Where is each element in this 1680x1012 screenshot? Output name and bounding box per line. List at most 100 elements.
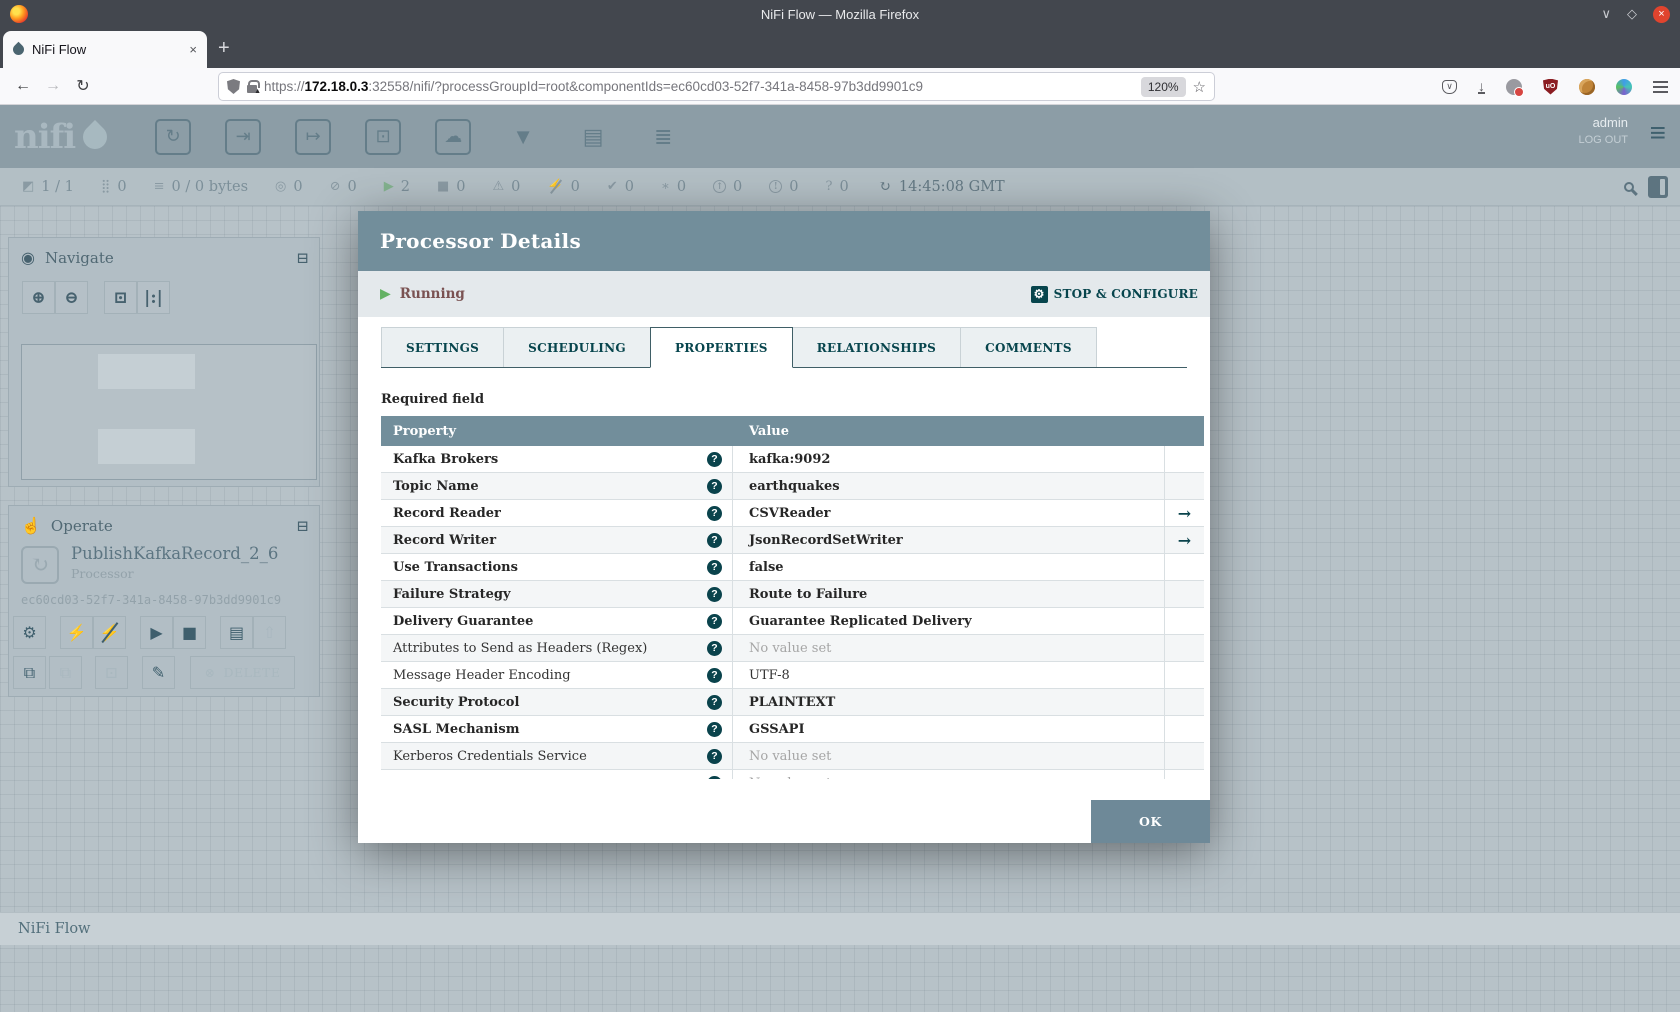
property-value: No value set: [749, 776, 831, 780]
zoom-out-button[interactable]: ⊖: [55, 281, 88, 314]
start-button[interactable]: ▶: [140, 616, 173, 649]
process-group-icon[interactable]: ⊡: [365, 118, 402, 155]
navigate-collapse-icon[interactable]: ⊟: [296, 249, 309, 267]
property-help-icon[interactable]: ?: [707, 775, 722, 779]
property-row: Delivery Guarantee? Guarantee Replicated …: [381, 608, 1204, 635]
breadcrumb[interactable]: NiFi Flow: [18, 921, 90, 937]
tab-title: NiFi Flow: [32, 42, 87, 57]
browser-menu-icon[interactable]: [1653, 80, 1668, 93]
processor-icon[interactable]: ↻: [155, 118, 192, 155]
extension-mask-icon[interactable]: [1506, 78, 1524, 97]
not-transmitting-remote-groups-icon: ⊘: [329, 179, 341, 194]
goto-service-icon[interactable]: →: [1178, 531, 1191, 550]
remote-process-group-icon[interactable]: ☁: [435, 118, 472, 155]
status-item-locally-modified-and-stale-versioned: ! 0: [769, 179, 799, 195]
status-bar-items: ◩ 1 / 1 ⣿ 0 ≡ 0 / 0 bytes ◎ 0 ⊘ 0 ▶ 2 ■ 0 ⚠ 0 ⚡ 0 ✔ 0 ∗ 0 ↑ 0! 0…: [22, 179, 849, 195]
tracking-protection-shield-icon[interactable]: [227, 79, 240, 94]
tab-scheduling[interactable]: SCHEDULING: [503, 327, 651, 367]
bulletin-panel-toggle-icon[interactable]: [1648, 176, 1668, 198]
reload-button[interactable]: ↻: [68, 76, 98, 96]
downloads-icon[interactable]: ↓: [1478, 79, 1485, 94]
search-icon[interactable]: [1624, 182, 1634, 192]
queued-count: 0 / 0 bytes: [171, 178, 249, 195]
url-text[interactable]: https://172.18.0.3:32558/nifi/?processGr…: [264, 79, 1134, 94]
tab-settings[interactable]: SETTINGS: [381, 327, 505, 367]
back-button[interactable]: ←: [8, 77, 38, 95]
window-minimize-icon[interactable]: ∨: [1601, 6, 1611, 22]
property-help-icon[interactable]: ?: [707, 694, 722, 710]
delete-button[interactable]: ⊗ DELETE: [190, 656, 295, 689]
new-tab-button[interactable]: +: [218, 36, 230, 60]
property-name: Security Protocol: [393, 694, 520, 710]
tab-comments[interactable]: COMMENTS: [960, 327, 1097, 367]
compass-icon: ◉: [21, 248, 35, 267]
bookmark-star-icon[interactable]: ☆: [1193, 78, 1206, 96]
tab-close-icon[interactable]: ×: [189, 42, 197, 57]
navigate-panel: ◉ Navigate ⊟ ⊕ ⊖ ⊡ |:|: [8, 237, 320, 487]
logout-link[interactable]: LOG OUT: [1578, 134, 1628, 146]
copy-button[interactable]: ⧉: [13, 656, 46, 689]
change-color-button[interactable]: ✎: [142, 656, 175, 689]
property-help-icon[interactable]: ?: [707, 478, 722, 494]
property-value: false: [749, 559, 784, 575]
extension-colorful-icon[interactable]: [1616, 78, 1632, 95]
connection-lock-icon[interactable]: [247, 80, 261, 95]
property-help-icon[interactable]: ?: [707, 721, 722, 737]
input-port-icon[interactable]: ⇥: [225, 118, 262, 155]
browser-tab[interactable]: NiFi Flow ×: [3, 31, 207, 68]
ok-button[interactable]: OK: [1091, 800, 1210, 843]
stop-and-configure-button[interactable]: ⚙ STOP & CONFIGURE: [1030, 285, 1198, 303]
property-help-icon[interactable]: ?: [707, 559, 722, 575]
property-value: kafka:9092: [749, 451, 831, 467]
property-help-icon[interactable]: ?: [707, 586, 722, 602]
active-threads-count: 0: [117, 178, 127, 195]
zoom-actual-size-button[interactable]: |:|: [137, 281, 170, 314]
label-icon[interactable]: ≣: [645, 119, 681, 155]
component-toolbar: ↻ ⇥ ↦ ⊡ ☁ ▼ ▤ ≣: [155, 118, 681, 155]
url-bar[interactable]: https://172.18.0.3:32558/nifi/?processGr…: [218, 72, 1215, 101]
pocket-icon[interactable]: ∨: [1442, 79, 1457, 94]
property-row: Use Transactions? false: [381, 554, 1204, 581]
property-help-icon[interactable]: ?: [707, 451, 722, 467]
sync-failure-versioned-count: 0: [839, 178, 849, 195]
processor-details-dialog: Processor Details ▶ Running ⚙ STOP & CON…: [358, 211, 1210, 843]
create-template-button[interactable]: ▤: [220, 616, 253, 649]
page-zoom-indicator[interactable]: 120%: [1140, 76, 1186, 97]
transmitting-remote-groups-icon: ◎: [275, 179, 287, 194]
property-help-icon[interactable]: ?: [707, 505, 722, 521]
window-maximize-icon[interactable]: ◇: [1627, 6, 1637, 22]
tab-relationships[interactable]: RELATIONSHIPS: [791, 327, 962, 367]
status-item-sync-failure-versioned: ? 0: [826, 179, 849, 195]
goto-service-icon[interactable]: →: [1178, 504, 1191, 523]
tab-properties[interactable]: PROPERTIES: [649, 327, 793, 368]
nifi-header: nifi ↻ ⇥ ↦ ⊡ ☁ ▼ ▤ ≣ admin LOG OUT ≡: [0, 105, 1680, 168]
configure-button[interactable]: ⚙: [13, 616, 46, 649]
status-item-stale-versioned: ↑ 0: [713, 179, 742, 195]
window-close-icon[interactable]: ×: [1653, 5, 1670, 23]
operate-collapse-icon[interactable]: ⊟: [296, 517, 309, 535]
output-port-icon[interactable]: ↦: [295, 118, 332, 155]
birdseye-minimap[interactable]: [21, 344, 317, 480]
enable-button[interactable]: ⚡: [60, 616, 93, 649]
group-button[interactable]: ⊡: [95, 656, 128, 689]
template-icon[interactable]: ▤: [575, 119, 611, 155]
property-help-icon[interactable]: ?: [707, 613, 722, 629]
zoom-in-button[interactable]: ⊕: [22, 281, 55, 314]
upload-template-button[interactable]: ⇧: [253, 616, 286, 649]
zoom-fit-button[interactable]: ⊡: [104, 281, 137, 314]
property-help-icon[interactable]: ?: [707, 640, 722, 656]
required-field-label: Required field: [381, 392, 485, 407]
extension-cookie-icon[interactable]: [1579, 78, 1595, 95]
property-help-icon[interactable]: ?: [707, 532, 722, 548]
global-menu-icon[interactable]: ≡: [1650, 119, 1666, 147]
stop-button[interactable]: ■: [173, 616, 206, 649]
property-help-icon[interactable]: ?: [707, 748, 722, 764]
forward-button[interactable]: →: [38, 77, 68, 95]
paste-button[interactable]: ⧉: [49, 656, 82, 689]
disable-button[interactable]: ⚡: [93, 616, 126, 649]
extension-ublock-icon[interactable]: uO: [1543, 78, 1558, 95]
funnel-icon[interactable]: ▼: [505, 119, 541, 155]
invalid-components-count: 0: [511, 178, 521, 195]
refresh-icon[interactable]: ↻: [879, 179, 891, 195]
property-help-icon[interactable]: ?: [707, 667, 722, 683]
